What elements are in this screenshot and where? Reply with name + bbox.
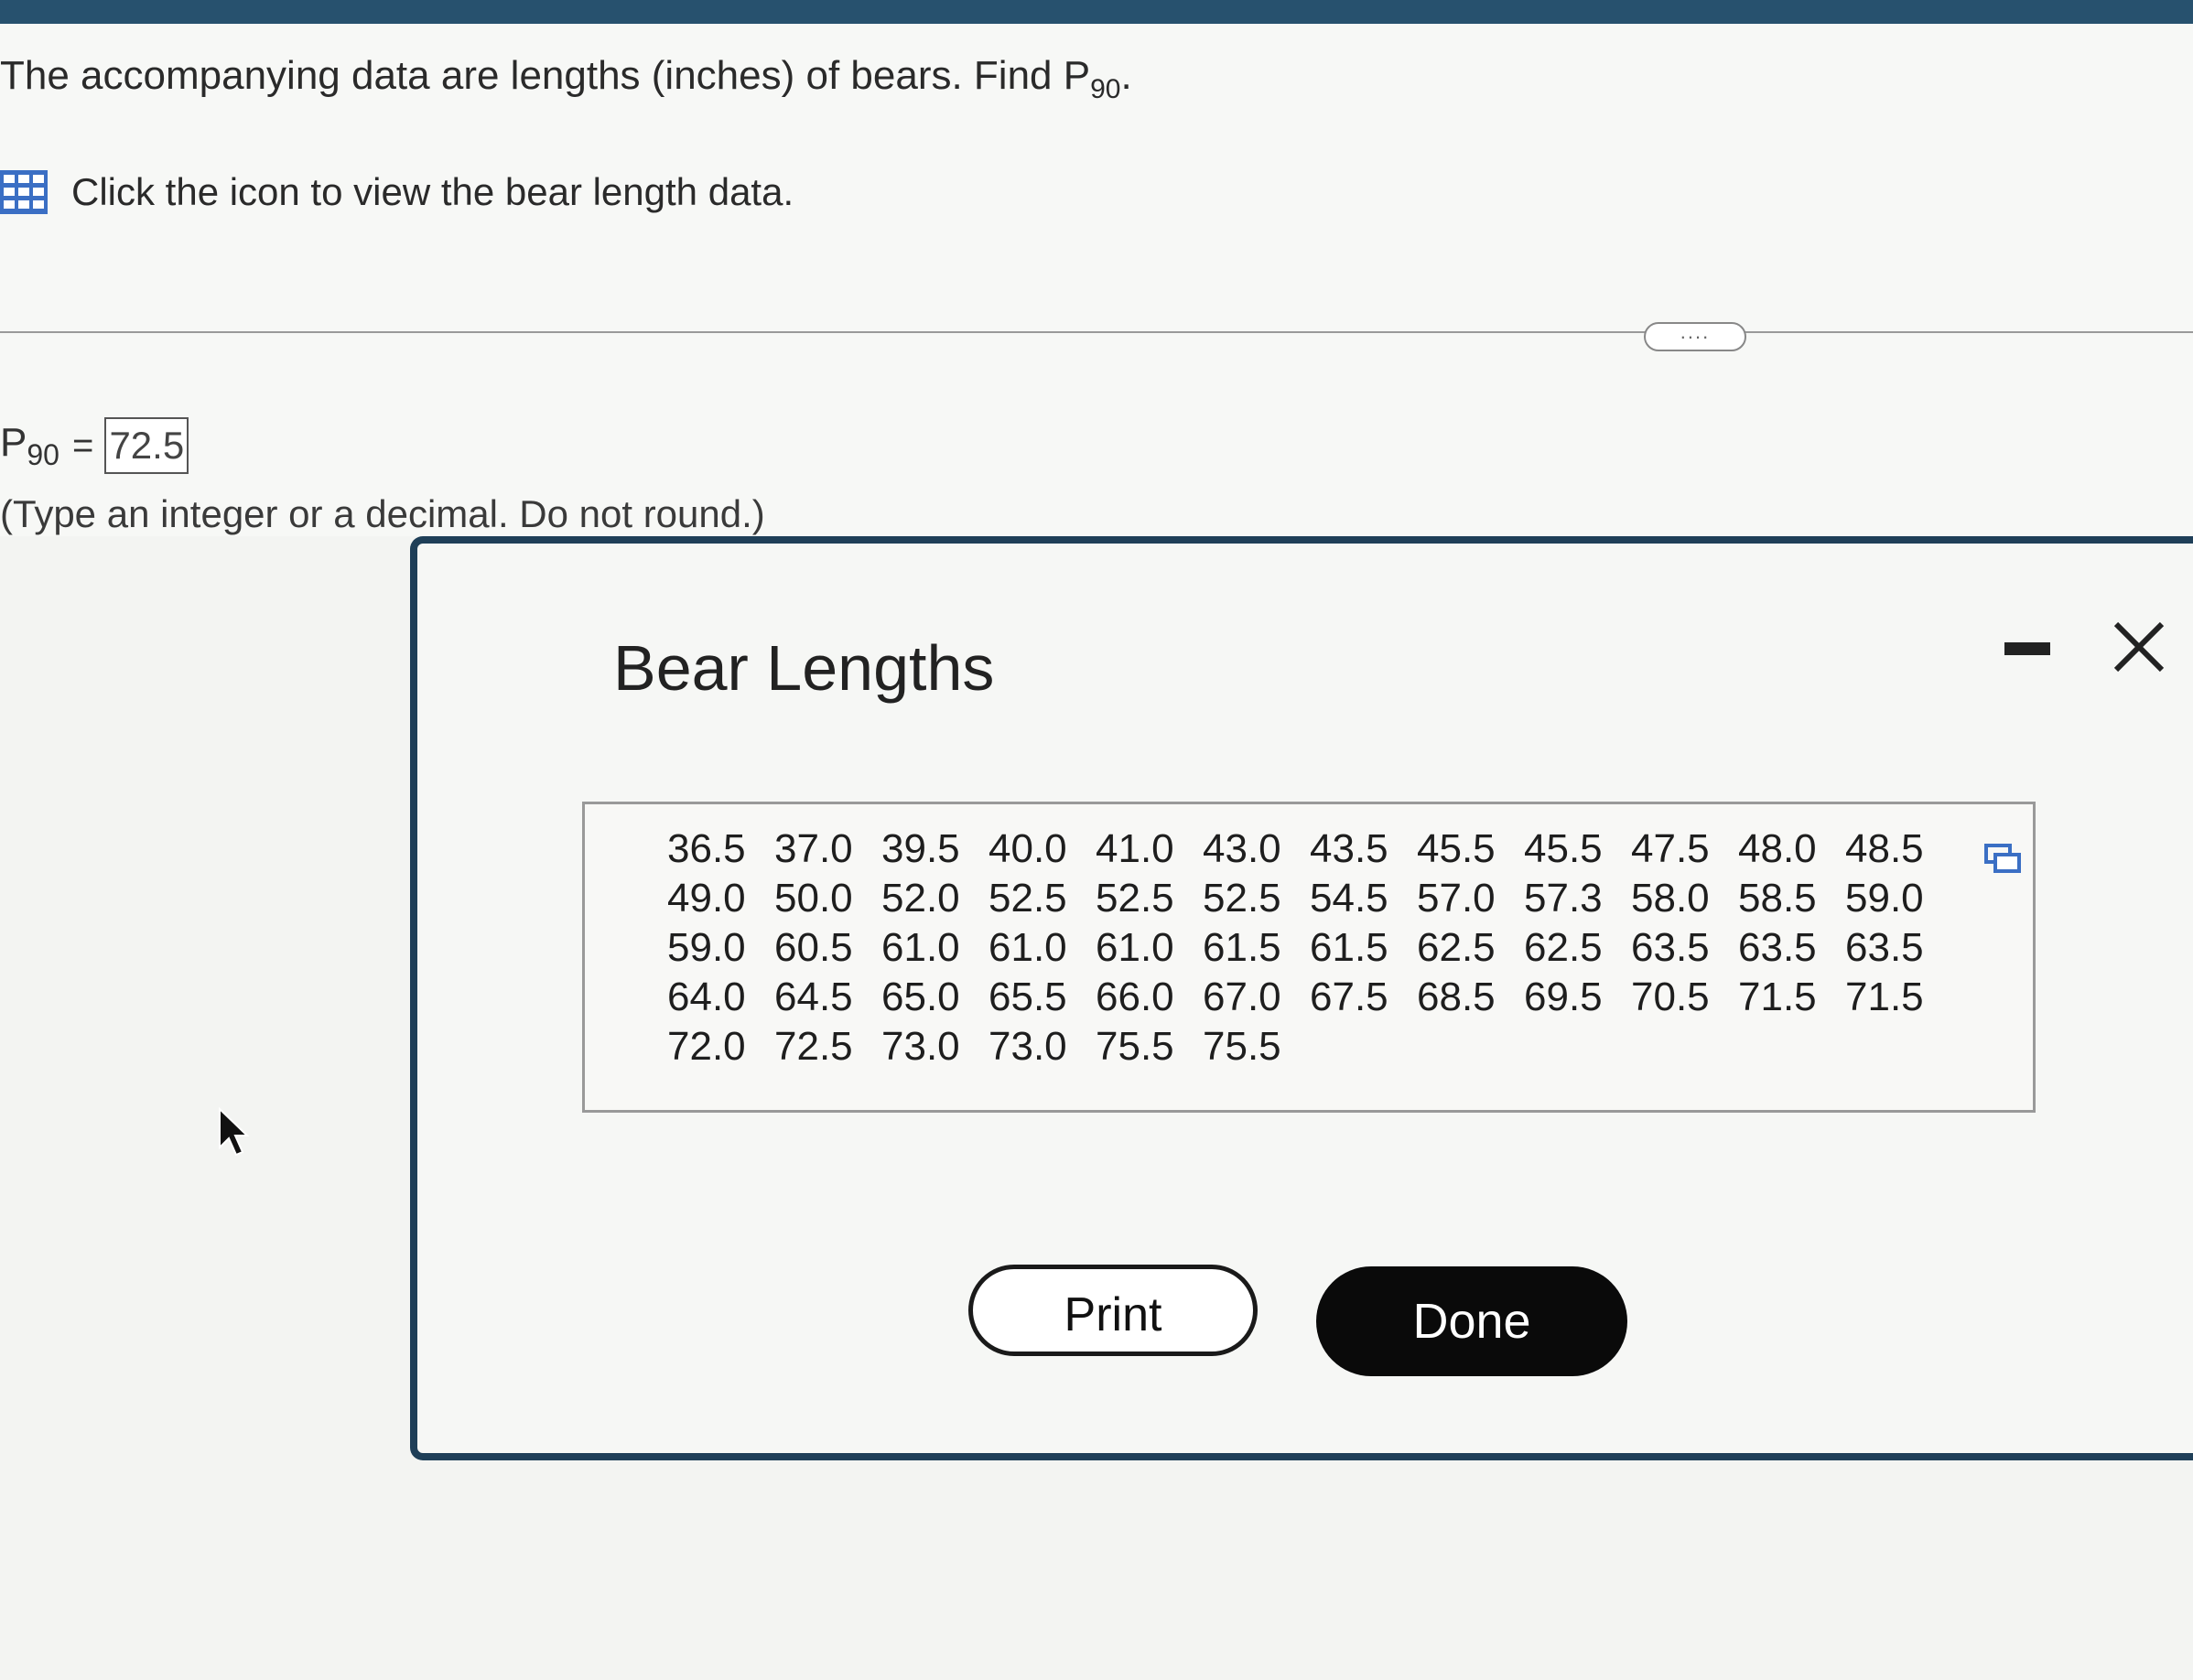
done-button[interactable]: Done <box>1316 1266 1627 1376</box>
table-cell: 48.0 <box>1738 826 1817 871</box>
table-cell: 67.0 <box>1203 975 1281 1019</box>
table-cell: 68.5 <box>1417 975 1496 1019</box>
table-cell: 71.5 <box>1738 975 1817 1019</box>
bear-lengths-table: 36.5 37.0 39.5 40.0 41.0 43.0 43.5 45.5 45.5 47.5… <box>667 824 1952 1072</box>
table-cell: 45.5 <box>1524 826 1603 871</box>
table-cell: 48.5 <box>1845 826 1924 871</box>
table-cell: 59.0 <box>1845 876 1924 921</box>
table-cell: 65.5 <box>988 975 1067 1019</box>
table-cell: 61.0 <box>988 925 1067 970</box>
equals-sign: = <box>71 425 94 466</box>
table-cell: 61.5 <box>1203 925 1281 970</box>
table-cell: 73.0 <box>988 1024 1067 1069</box>
table-row: 49.0 50.0 52.0 52.5 52.5 52.5 54.5 57.0 57.3 58.0… <box>667 874 1952 923</box>
table-row: 59.0 60.5 61.0 61.0 61.0 61.5 61.5 62.5 62.5 63.5… <box>667 923 1952 973</box>
table-cell: 41.0 <box>1096 826 1174 871</box>
close-icon[interactable] <box>2109 617 2169 677</box>
table-cell: 61.0 <box>1096 925 1174 970</box>
table-cell: 52.5 <box>1096 876 1174 921</box>
table-cell: 59.0 <box>667 925 746 970</box>
print-button[interactable]: Print <box>968 1265 1258 1356</box>
table-cell: 71.5 <box>1845 975 1924 1019</box>
minimize-icon[interactable] <box>2004 642 2050 655</box>
mouse-cursor-icon <box>219 1107 249 1157</box>
table-cell: 58.5 <box>1738 876 1817 921</box>
table-cell: 63.5 <box>1738 925 1817 970</box>
table-cell: 43.5 <box>1310 826 1388 871</box>
table-cell: 58.0 <box>1631 876 1710 921</box>
table-cell: 64.0 <box>667 975 746 1019</box>
answer-input[interactable]: 72.5 <box>104 417 189 474</box>
table-cell: 62.5 <box>1417 925 1496 970</box>
table-cell: 75.5 <box>1203 1024 1281 1069</box>
answer-label: P90 <box>0 419 59 471</box>
dialog-title: Bear Lengths <box>613 632 995 704</box>
table-cell: 45.5 <box>1417 826 1496 871</box>
table-cell: 36.5 <box>667 826 746 871</box>
grid-icon[interactable] <box>0 170 48 214</box>
table-cell: 49.0 <box>667 876 746 921</box>
question-text: The accompanying data are lengths (inche… <box>0 53 1132 104</box>
table-cell: 66.0 <box>1096 975 1174 1019</box>
table-row: 72.0 72.5 73.0 73.0 75.5 75.5 <box>667 1022 1952 1072</box>
table-row: 36.5 37.0 39.5 40.0 41.0 43.0 43.5 45.5 45.5 47.5… <box>667 824 1952 874</box>
table-cell: 60.5 <box>774 925 853 970</box>
answer-row: P90 = 72.5 <box>0 417 189 474</box>
table-cell: 61.5 <box>1310 925 1388 970</box>
table-cell: 64.5 <box>774 975 853 1019</box>
table-cell: 67.5 <box>1310 975 1388 1019</box>
table-cell: 57.3 <box>1524 876 1603 921</box>
table-cell: 72.0 <box>667 1024 746 1069</box>
table-cell: 69.5 <box>1524 975 1603 1019</box>
table-cell: 62.5 <box>1524 925 1603 970</box>
table-cell: 52.5 <box>988 876 1067 921</box>
more-button[interactable]: .... <box>1644 322 1746 351</box>
table-cell: 37.0 <box>774 826 853 871</box>
table-cell: 39.5 <box>881 826 960 871</box>
table-cell: 75.5 <box>1096 1024 1174 1069</box>
table-cell: 61.0 <box>881 925 960 970</box>
table-cell: 65.0 <box>881 975 960 1019</box>
table-cell: 72.5 <box>774 1024 853 1069</box>
table-cell: 70.5 <box>1631 975 1710 1019</box>
table-cell: 63.5 <box>1631 925 1710 970</box>
table-cell: 57.0 <box>1417 876 1496 921</box>
copy-icon[interactable] <box>1983 843 2022 876</box>
table-cell: 52.0 <box>881 876 960 921</box>
table-cell: 52.5 <box>1203 876 1281 921</box>
bear-lengths-dialog: Bear Lengths 36.5 37.0 39.5 40.0 41.0 43.0 43.… <box>410 536 2193 1460</box>
table-cell: 73.0 <box>881 1024 960 1069</box>
table-cell: 43.0 <box>1203 826 1281 871</box>
table-cell: 40.0 <box>988 826 1067 871</box>
table-cell: 54.5 <box>1310 876 1388 921</box>
data-link-text[interactable]: Click the icon to view the bear length d… <box>71 170 794 214</box>
table-row: 64.0 64.5 65.0 65.5 66.0 67.0 67.5 68.5 69.5 70.5… <box>667 973 1952 1022</box>
data-table-container: 36.5 37.0 39.5 40.0 41.0 43.0 43.5 45.5 45.5 47.5… <box>582 802 2036 1113</box>
table-cell: 63.5 <box>1845 925 1924 970</box>
top-bar <box>0 0 2193 24</box>
table-cell: 47.5 <box>1631 826 1710 871</box>
data-link[interactable]: Click the icon to view the bear length d… <box>0 170 794 214</box>
table-cell: 50.0 <box>774 876 853 921</box>
divider <box>0 331 2193 333</box>
answer-hint: (Type an integer or a decimal. Do not ro… <box>0 492 765 535</box>
